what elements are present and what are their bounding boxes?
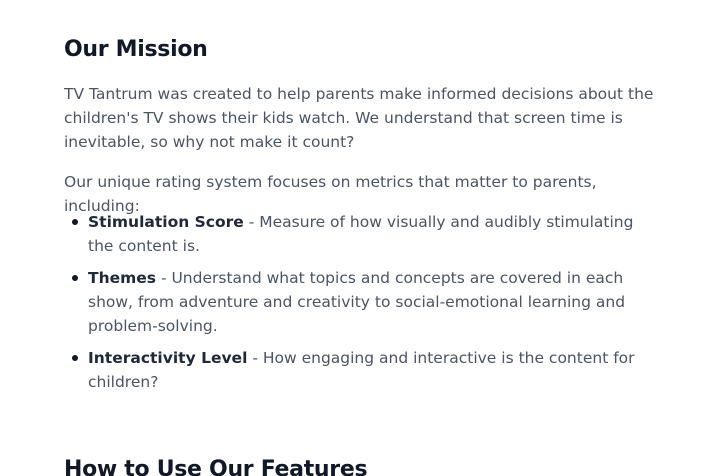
list-item-themes: Themes - Understand what topics and conc… <box>64 266 654 338</box>
metric-name: Themes <box>88 269 157 287</box>
page-content: Our Mission TV Tantrum was created to he… <box>0 0 708 476</box>
metric-name: Stimulation Score <box>88 213 244 231</box>
mission-intro-paragraph: TV Tantrum was created to help parents m… <box>64 85 654 151</box>
bullet-icon <box>72 219 78 225</box>
metric-description: - Understand what topics and concepts ar… <box>88 269 626 335</box>
rating-metrics-list: Stimulation Score - Measure of how visua… <box>64 210 654 402</box>
metric-name: Interactivity Level <box>88 349 248 367</box>
bullet-icon <box>72 275 78 281</box>
mission-heading: Our Mission <box>64 37 208 62</box>
list-item-interactivity-level: Interactivity Level - How engaging and i… <box>64 346 654 394</box>
bullet-icon <box>72 355 78 361</box>
list-item-stimulation-score: Stimulation Score - Measure of how visua… <box>64 210 654 258</box>
how-to-use-heading: How to Use Our Features <box>64 457 368 476</box>
